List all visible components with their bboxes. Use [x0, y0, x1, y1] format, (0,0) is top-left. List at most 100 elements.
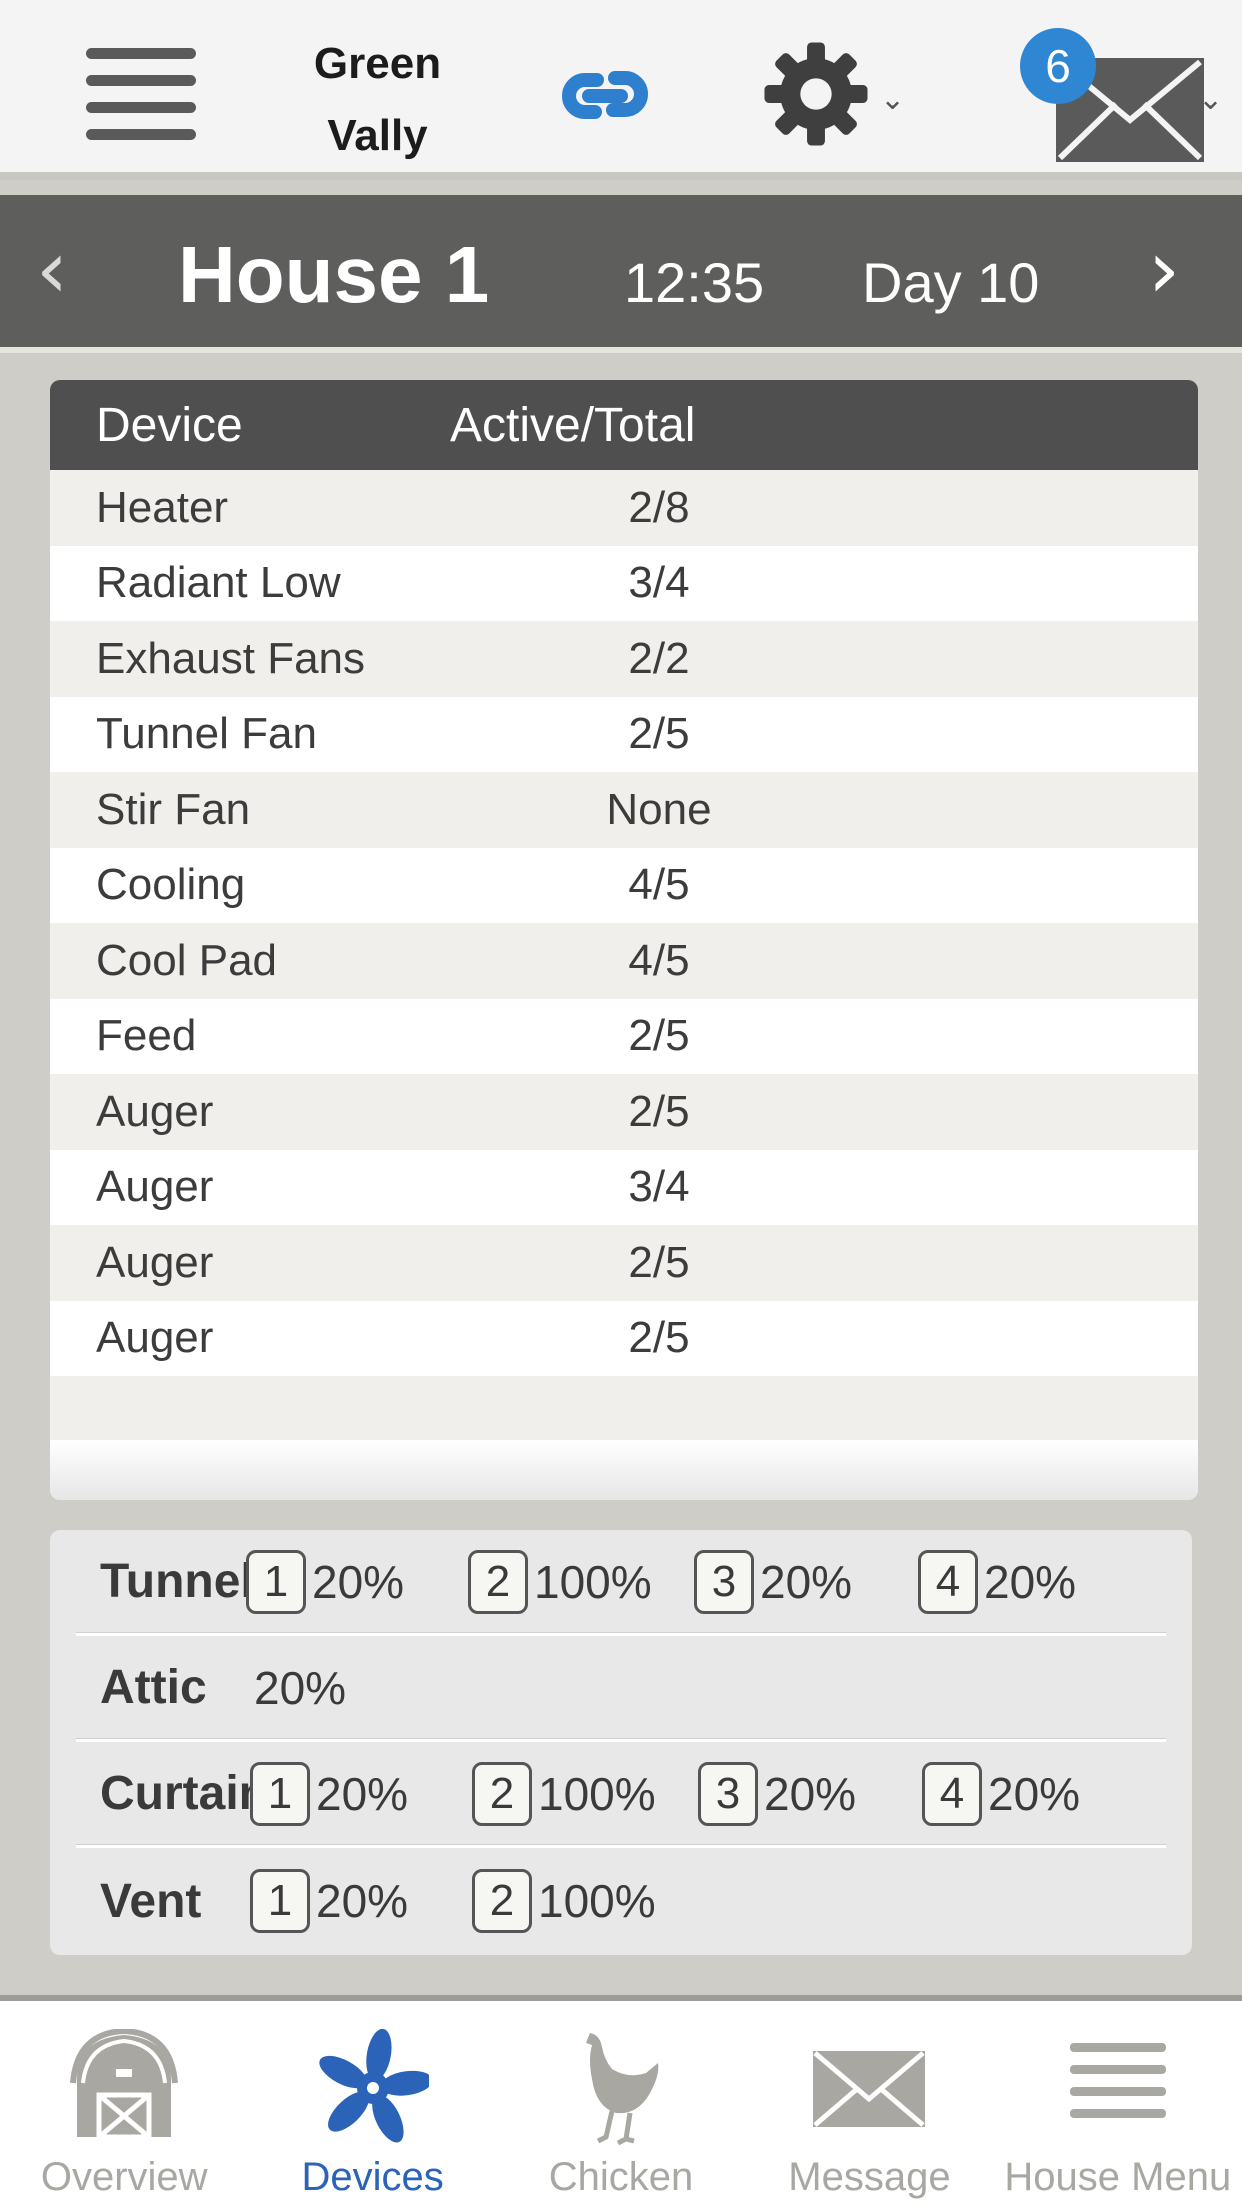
curtain-item[interactable]: 1 20%	[250, 1761, 408, 1826]
summary-row-vent: Vent 1 20% 2 100%	[76, 1848, 1166, 1954]
vent-item[interactable]: 1 20%	[250, 1869, 408, 1933]
summary-row-curtains: Curtains 1 20% 2 100% 3 20% 4 20%	[76, 1742, 1166, 1848]
menu-icon	[1069, 2043, 1166, 2118]
device-name: Cool Pad	[96, 935, 278, 985]
active-total: 4/5	[628, 860, 690, 910]
table-row[interactable]: Feed 2/5	[50, 998, 1198, 1074]
percent-value: 100%	[538, 1767, 656, 1820]
nav-message[interactable]: Message	[745, 2001, 993, 2208]
nav-devices[interactable]: Devices	[248, 2001, 496, 2208]
number-box: 4	[918, 1549, 978, 1614]
device-name: Feed	[96, 1011, 197, 1061]
active-total: None	[606, 784, 712, 834]
curtain-item[interactable]: 2 100%	[472, 1761, 656, 1826]
column-header-active-total: Active/Total	[450, 398, 696, 452]
percent-value: 20%	[764, 1767, 857, 1820]
nav-label: Overview	[40, 2155, 208, 2199]
number-box: 4	[922, 1761, 982, 1826]
percent-value: 20%	[988, 1767, 1081, 1820]
device-name: Exhaust Fans	[96, 633, 366, 683]
device-name: Tunnel Fan	[96, 709, 317, 759]
table-row[interactable]: Radiant Low 3/4	[50, 545, 1198, 621]
tunnel-item[interactable]: 2 100%	[468, 1549, 652, 1614]
nav-overview[interactable]: Overview	[0, 2001, 248, 2208]
device-name: Auger	[96, 1237, 214, 1287]
menu-icon[interactable]	[86, 48, 196, 140]
device-name: Cooling	[96, 860, 246, 910]
active-total: 3/4	[628, 1162, 690, 1212]
house-bar: ‹ House 1 12:35 Day 10 ›	[0, 195, 1242, 353]
attic-value[interactable]: 20%	[254, 1661, 346, 1715]
summary-label: Tunnel	[100, 1555, 254, 1608]
device-name: Auger	[96, 1086, 214, 1136]
active-total: 2/5	[628, 1313, 690, 1363]
active-total: 2/8	[628, 482, 690, 532]
unread-badge: 6	[1020, 28, 1096, 104]
active-total: 3/4	[628, 558, 690, 608]
table-row[interactable]: Stir Fan None	[50, 772, 1198, 848]
bottom-nav: Overview Devices Chicken Message House M…	[0, 1995, 1242, 2208]
table-row[interactable]: Tunnel Fan 2/5	[50, 696, 1198, 772]
number-box: 1	[250, 1761, 310, 1826]
number-box: 3	[694, 1549, 754, 1614]
farm-name-line2: Vally	[327, 111, 428, 160]
fan-icon	[318, 2029, 429, 2143]
table-bottom-fade	[50, 1440, 1198, 1500]
percent-value: 20%	[316, 1875, 409, 1927]
settings-chevron-down-icon[interactable]: ⌄	[880, 82, 905, 117]
tunnel-item[interactable]: 3 20%	[694, 1549, 852, 1614]
chicken-icon	[586, 2033, 659, 2146]
table-body: Heater 2/8 Radiant Low 3/4 Exhaust Fans 2/2…	[50, 470, 1198, 1452]
active-total: 2/5	[628, 1237, 690, 1287]
nav-house-menu[interactable]: House Menu	[994, 2001, 1242, 2208]
nav-label: Devices	[301, 2155, 444, 2199]
envelope-icon	[813, 2051, 926, 2127]
next-house-button[interactable]: ›	[1148, 225, 1180, 315]
active-total: 4/5	[628, 935, 690, 985]
tunnel-item[interactable]: 4 20%	[918, 1549, 1077, 1614]
device-name: Heater	[96, 482, 229, 532]
active-total: 2/2	[628, 633, 690, 683]
top-header: Green Vally ⌄ 6 ⌄	[0, 0, 1242, 180]
number-box: 3	[698, 1761, 758, 1826]
table-row[interactable]: Heater 2/8	[50, 470, 1198, 546]
gear-icon[interactable]	[760, 38, 872, 150]
tunnel-item[interactable]: 1 20%	[246, 1549, 404, 1614]
farm-name[interactable]: Green Vally	[290, 28, 465, 172]
table-row[interactable]: Cool Pad 4/5	[50, 923, 1198, 999]
vent-item[interactable]: 2 100%	[472, 1869, 656, 1933]
nav-label: Message	[788, 2155, 951, 2199]
mail-chevron-down-icon: ⌄	[1198, 82, 1224, 117]
percent-value: 100%	[534, 1555, 652, 1608]
device-name: Auger	[96, 1313, 214, 1363]
table-row[interactable]: Auger 2/5	[50, 1300, 1198, 1376]
curtain-item[interactable]: 3 20%	[698, 1761, 857, 1826]
nav-label: House Menu	[1004, 2155, 1232, 2199]
number-box: 1	[246, 1549, 306, 1614]
device-name: Stir Fan	[96, 784, 251, 834]
active-total: 2/5	[628, 1011, 690, 1061]
number-box: 2	[472, 1869, 532, 1933]
device-name: Auger	[96, 1162, 214, 1212]
nav-label: Chicken	[548, 2155, 694, 2199]
table-header: Device Active/Total	[50, 380, 1198, 470]
nav-chicken[interactable]: Chicken	[497, 2001, 745, 2208]
table-row[interactable]: Auger 2/5	[50, 1074, 1198, 1150]
number-box: 2	[468, 1549, 528, 1614]
table-row[interactable]: Exhaust Fans 2/2	[50, 621, 1198, 697]
device-table: Device Active/Total Heater 2/8 Radiant Lo…	[50, 380, 1198, 1500]
house-name: House 1	[178, 230, 490, 319]
barn-icon	[70, 2029, 179, 2140]
table-row[interactable]: Auger 2/5	[50, 1225, 1198, 1301]
active-total: 2/5	[628, 709, 690, 759]
table-row[interactable]: Cooling 4/5	[50, 847, 1198, 923]
device-name: Radiant Low	[96, 558, 341, 608]
previous-house-button[interactable]: ‹	[36, 225, 68, 315]
link-icon[interactable]	[555, 60, 655, 130]
percent-value: 20%	[984, 1555, 1077, 1608]
active-total: 2/5	[628, 1086, 690, 1136]
mail-button[interactable]: 6 ⌄	[1020, 28, 1224, 162]
farm-name-line1: Green	[313, 39, 442, 88]
table-row[interactable]: Auger 3/4	[50, 1149, 1198, 1225]
curtain-item[interactable]: 4 20%	[922, 1761, 1081, 1826]
